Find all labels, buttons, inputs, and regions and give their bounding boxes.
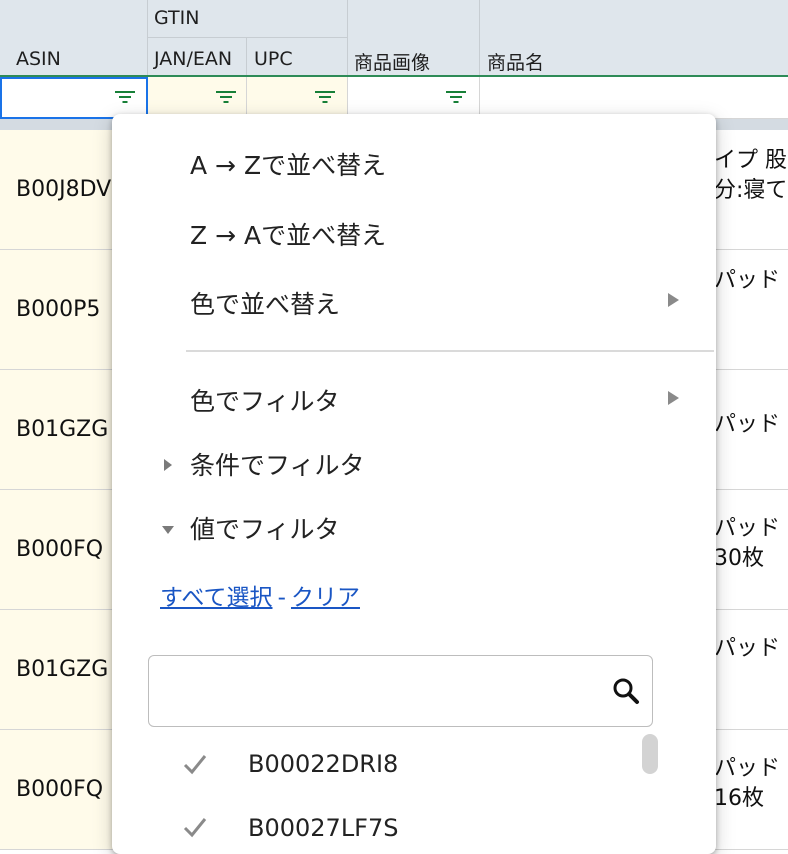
header-jan-ean-label: JAN/EAN: [154, 48, 233, 70]
collapse-icon: [162, 526, 174, 534]
header-gtin-label: GTIN: [154, 7, 200, 29]
cell-text-line: 分:寝て: [714, 178, 788, 203]
value-list-scrollbar[interactable]: [642, 734, 658, 774]
header-jan-ean[interactable]: JAN/EAN: [148, 38, 247, 76]
value-search-input[interactable]: [163, 656, 607, 724]
expand-icon: [164, 459, 172, 471]
header-gtin[interactable]: GTIN: [148, 0, 348, 38]
filter-cell-upc[interactable]: [247, 77, 348, 119]
clear-link[interactable]: クリア: [291, 585, 360, 611]
header-name[interactable]: 商品名: [480, 0, 788, 76]
menu-item-filter-by-color[interactable]: 色でフィルタ: [112, 372, 716, 422]
cell-text: B01GZG: [16, 417, 109, 442]
filter-cell-name[interactable]: [480, 77, 788, 119]
select-all-link[interactable]: すべて選択: [160, 585, 272, 611]
menu-item-sort-z-a[interactable]: Z → Aで並べ替え: [190, 216, 386, 252]
filter-cell-jan-ean[interactable]: [148, 77, 247, 119]
submenu-arrow-icon: [668, 293, 679, 307]
header-name-label: 商品名: [487, 52, 545, 74]
checkmark-icon[interactable]: [182, 753, 208, 775]
cell-text: B000FQ: [16, 777, 104, 802]
header-asin[interactable]: ASIN: [0, 0, 148, 76]
header-asin-label: ASIN: [16, 48, 61, 70]
filter-menu: A → Zで並べ替え Z → Aで並べ替え 色で並べ替え 色でフィルタ 条件でフ…: [112, 114, 716, 854]
checkmark-icon[interactable]: [182, 816, 208, 838]
cell-text-line: パッド: [714, 268, 781, 293]
cell-text-line: パッド: [714, 412, 781, 437]
cell-text: B00J8DV: [16, 177, 112, 202]
filter-cell-asin[interactable]: [0, 77, 148, 119]
value-search-box: [148, 655, 653, 727]
cell-text-line: パッド: [714, 516, 781, 541]
cell-text: B01GZG: [16, 657, 109, 682]
header-image-label: 商品画像: [354, 52, 431, 74]
select-controls: すべて選択 - クリア: [160, 578, 360, 612]
menu-item-label: 値でフィルタ: [190, 515, 340, 544]
menu-item-label: 条件でフィルタ: [190, 451, 365, 480]
menu-item-label: 色で並べ替え: [190, 290, 341, 319]
cell-text-line: イプ 股: [714, 148, 787, 173]
cell-text: B000FQ: [16, 537, 104, 562]
cell-text-line: 16枚: [714, 786, 764, 811]
value-list-item[interactable]: B00022DRI8: [248, 750, 398, 778]
header-upc-label: UPC: [254, 48, 293, 70]
header-upc[interactable]: UPC: [247, 38, 348, 76]
cell-text: B000P5: [16, 297, 101, 322]
header-image[interactable]: 商品画像: [348, 0, 480, 76]
filter-icon[interactable]: [115, 91, 135, 105]
menu-item-sort-by-color[interactable]: 色で並べ替え: [112, 274, 716, 324]
search-icon[interactable]: [611, 676, 641, 706]
filter-icon[interactable]: [216, 91, 236, 105]
cell-text-line: パッド: [714, 636, 781, 661]
menu-divider: [186, 350, 714, 352]
filter-icon[interactable]: [315, 91, 335, 105]
menu-item-label: 色でフィルタ: [190, 387, 340, 416]
filter-cell-image[interactable]: [348, 77, 480, 119]
menu-item-sort-a-z[interactable]: A → Zで並べ替え: [190, 146, 386, 182]
value-list-item[interactable]: B00027LF7S: [248, 814, 399, 842]
submenu-arrow-icon: [668, 391, 679, 405]
menu-section-filter-by-condition[interactable]: 条件でフィルタ: [112, 438, 716, 488]
filter-icon[interactable]: [446, 91, 466, 105]
cell-text-line: パッド: [714, 756, 781, 781]
link-separator: -: [277, 585, 286, 611]
cell-text-line: 30枚: [714, 546, 764, 571]
menu-section-filter-by-value[interactable]: 値でフィルタ: [112, 502, 716, 552]
